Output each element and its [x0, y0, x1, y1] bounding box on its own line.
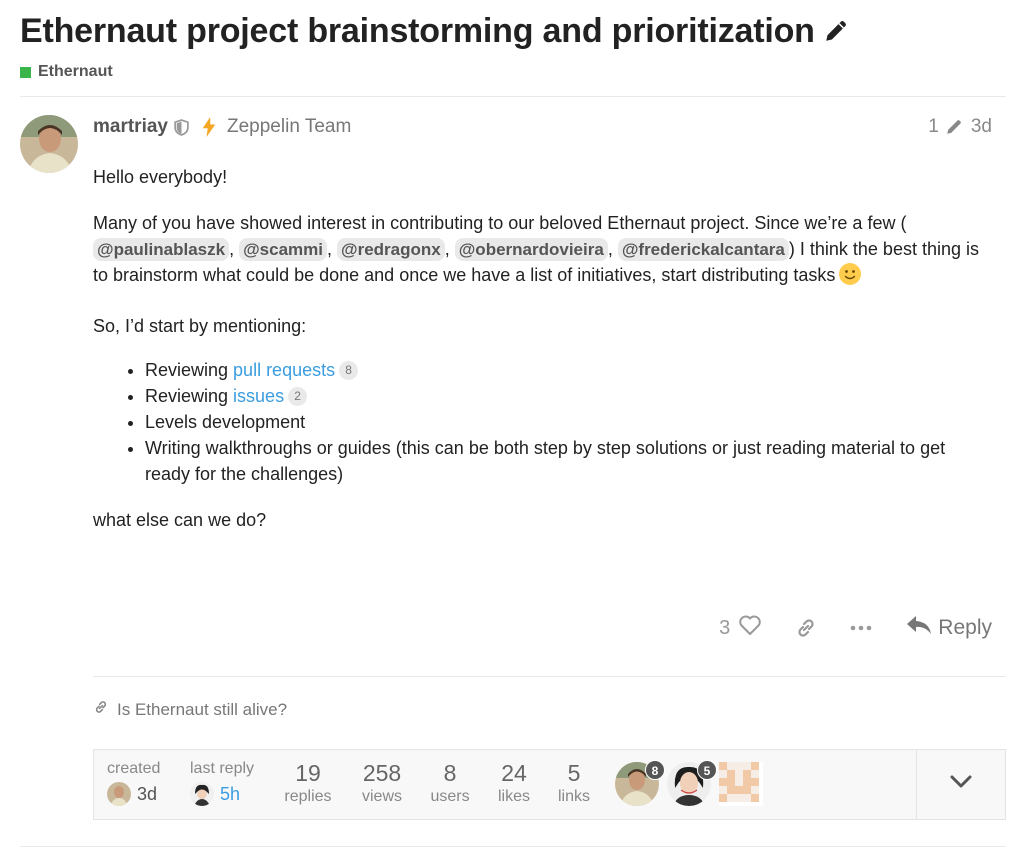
pull-requests-link[interactable]: pull requests [233, 360, 335, 380]
like-count[interactable]: 3 [719, 617, 730, 640]
divider [20, 96, 1006, 97]
mention[interactable]: @obernardovieira [454, 238, 608, 261]
stat-number: 19 [295, 760, 321, 786]
stat-label: replies [284, 788, 332, 805]
list-item-text: Reviewing [145, 360, 234, 380]
intro-paragraph: Many of you have showed interest in cont… [93, 210, 993, 293]
last-reply-label: last reply [190, 760, 255, 777]
reply-label: Reply [938, 616, 992, 639]
closing-text: what else can we do? [93, 510, 267, 530]
pencil-icon[interactable] [823, 14, 849, 53]
intro-text: Many of you have showed interest in cont… [93, 213, 907, 233]
chevron-down-icon [950, 775, 972, 794]
created-value[interactable]: 3d [137, 784, 157, 805]
mention[interactable]: @frederickalcantara [617, 238, 789, 261]
mention[interactable]: @paulinablaszk [93, 238, 230, 261]
lightning-icon [201, 117, 217, 137]
created-label: created [107, 760, 161, 777]
link-icon [93, 699, 109, 720]
list-item: Reviewing issues2 [145, 383, 993, 409]
start-text: So, I’d start by mentioning: [93, 316, 307, 336]
divider [20, 846, 1006, 847]
divider [93, 676, 1006, 677]
greeting: Hello everybody! [93, 167, 228, 187]
stat-label: links [557, 788, 590, 805]
post-body: Hello everybody! Many of you have showed… [93, 164, 993, 553]
user-group[interactable]: Zeppelin Team [227, 116, 351, 138]
category-badge[interactable]: Ethernaut [20, 63, 113, 81]
avatar[interactable] [190, 782, 214, 806]
created-info: created 3d [107, 760, 160, 806]
stat-label: likes [497, 788, 530, 805]
stat-label: users [430, 788, 470, 805]
list-item-text: Reviewing [145, 386, 234, 406]
participant[interactable]: 8 [615, 760, 665, 806]
stat-users: 8 users [424, 760, 476, 808]
last-reply-value[interactable]: 5h [220, 784, 240, 805]
stat-likes: 24 likes [489, 760, 539, 808]
linked-topic-title[interactable]: Is Ethernaut still alive? [117, 700, 287, 720]
participant[interactable] [719, 762, 763, 806]
participants: 8 5 [615, 760, 767, 806]
issues-link[interactable]: issues [233, 386, 284, 406]
expand-summary-button[interactable] [916, 750, 1005, 819]
edit-count[interactable]: 1 [928, 116, 939, 138]
like-button[interactable]: 3 [719, 614, 762, 642]
category-label: Ethernaut [38, 63, 113, 80]
stat-number: 258 [362, 760, 402, 786]
stat-number: 24 [501, 760, 527, 786]
link-click-count: 8 [339, 361, 359, 380]
topic-title-text: Ethernaut project brainstorming and prio… [20, 12, 815, 50]
link-icon[interactable] [794, 616, 818, 640]
avatar[interactable] [20, 115, 78, 173]
reply-button[interactable]: Reply [906, 615, 992, 641]
post-age[interactable]: 3d [971, 116, 992, 138]
post-info: 1 3d [928, 116, 992, 138]
topic-summary: created 3d last reply 5h 19 replies 258 … [93, 749, 1006, 820]
stat-number: 5 [567, 760, 581, 786]
stat-number: 8 [443, 760, 457, 786]
stat-links: 5 links [551, 760, 597, 808]
linked-topic[interactable]: Is Ethernaut still alive? [93, 699, 287, 720]
stat-label: views [361, 788, 402, 805]
last-reply-info: last reply 5h [190, 760, 254, 806]
avatar[interactable] [719, 762, 763, 806]
list-item: Levels development [145, 409, 993, 435]
slightly-smiling-face-icon [838, 262, 862, 293]
post-actions: 3 Reply [719, 612, 992, 644]
category-swatch [20, 66, 31, 78]
stat-replies: 19 replies [277, 760, 339, 808]
pencil-icon[interactable] [945, 118, 963, 136]
heart-icon[interactable] [738, 614, 762, 642]
post-meta: martriay Zeppelin Team 1 3d [93, 114, 992, 140]
list-item: Reviewing pull requests8 [145, 357, 993, 383]
reply-icon [906, 615, 932, 641]
more-options-icon[interactable] [850, 624, 872, 632]
topic-title: Ethernaut project brainstorming and prio… [20, 12, 849, 53]
link-click-count: 2 [288, 387, 308, 406]
avatar[interactable] [107, 782, 131, 806]
mention[interactable]: @redragonx [337, 238, 445, 261]
participant[interactable]: 5 [667, 760, 717, 806]
shield-icon [174, 118, 189, 136]
post-count-badge: 8 [645, 760, 665, 780]
stat-views: 258 views [352, 760, 412, 808]
initiatives-list: Reviewing pull requests8 Reviewing issue… [145, 357, 993, 487]
post-count-badge: 5 [697, 760, 717, 780]
list-item: Writing walkthroughs or guides (this can… [145, 435, 993, 487]
username[interactable]: martriay [93, 116, 168, 138]
mention[interactable]: @scammi [239, 238, 327, 261]
